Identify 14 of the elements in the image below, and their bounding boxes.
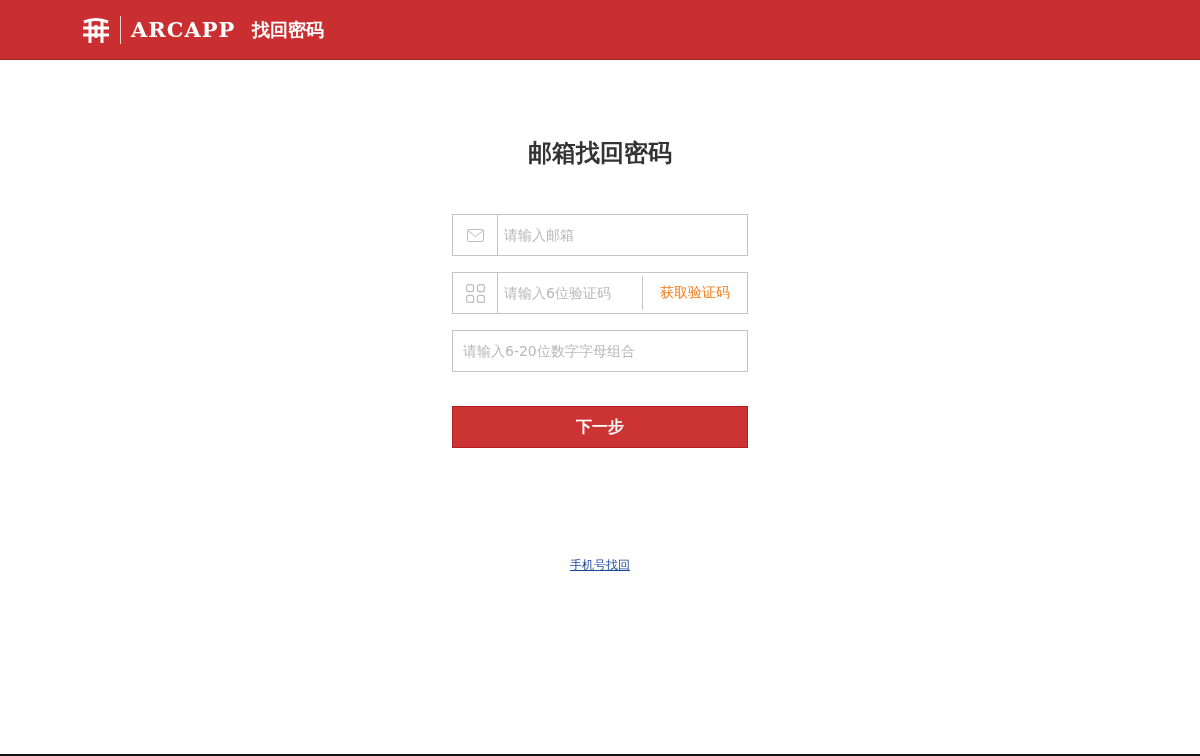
page-title: 邮箱找回密码 bbox=[528, 138, 672, 168]
get-code-button[interactable]: 获取验证码 bbox=[642, 276, 747, 310]
password-field[interactable]: 请输入6-20位数字字母组合 bbox=[452, 330, 748, 372]
phone-recovery-link[interactable]: 手机号找回 bbox=[570, 557, 630, 573]
code-field[interactable]: 请输入6位验证码 获取验证码 bbox=[452, 272, 748, 314]
header-title: 找回密码 bbox=[252, 17, 325, 42]
mail-icon bbox=[466, 228, 484, 242]
logo-text: ARCAPP bbox=[131, 16, 236, 43]
logo-icon bbox=[82, 16, 110, 43]
grid-icon bbox=[465, 283, 485, 303]
code-input[interactable]: 请输入6位验证码 bbox=[498, 273, 642, 313]
email-field[interactable]: 请输入邮箱 bbox=[452, 214, 748, 256]
email-input[interactable]: 请输入邮箱 bbox=[498, 215, 747, 255]
next-button[interactable]: 下一步 bbox=[452, 406, 748, 448]
